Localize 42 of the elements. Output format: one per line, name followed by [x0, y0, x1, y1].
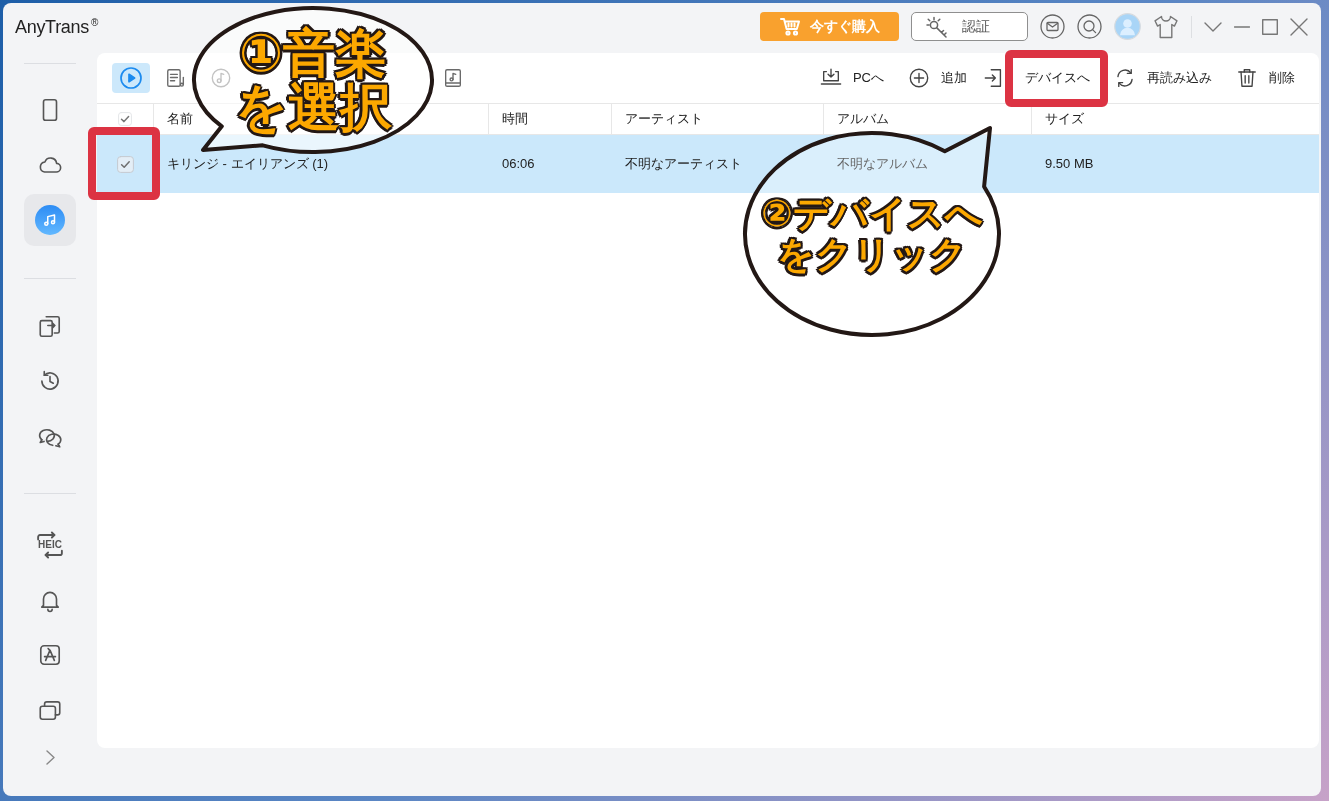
- shirt-icon[interactable]: [1153, 13, 1179, 40]
- playlist-icon[interactable]: [165, 67, 187, 89]
- table-cell-text: 不明なアルバム: [836, 155, 929, 174]
- table-row[interactable]: キリンジ - エイリアンズ (1) 06:06 不明なアーティスト 不明なアルバム 9.50 MB: [97, 135, 1319, 193]
- close-icon[interactable]: [1290, 17, 1308, 36]
- plus-circle-icon: [908, 67, 930, 89]
- cart-icon: [779, 17, 801, 36]
- column-header: 時間: [488, 104, 611, 134]
- sidebar-item[interactable]: [24, 194, 76, 246]
- music-note-icon: [35, 205, 65, 235]
- row-checkbox[interactable]: [116, 155, 134, 173]
- note-box-icon[interactable]: [442, 67, 464, 89]
- phone-transfer-icon[interactable]: [37, 313, 63, 339]
- chevron-right-icon[interactable]: [45, 750, 55, 766]
- column-header: アルバム: [823, 104, 1031, 134]
- activate-button[interactable]: 認証: [911, 12, 1028, 41]
- export-to-pc-button[interactable]: PCへ: [819, 67, 884, 89]
- table-cell-text: 9.50 MB: [1044, 155, 1095, 174]
- reload-button[interactable]: 再読み込み: [1114, 67, 1212, 89]
- refresh-icon: [1114, 67, 1136, 89]
- mail-icon[interactable]: [1040, 14, 1065, 39]
- trash-icon: [1236, 67, 1258, 89]
- callout-text: ②デバイスへ をクリック: [761, 193, 983, 275]
- delete-button[interactable]: 削除: [1236, 67, 1295, 89]
- table-cell-text: 06:06: [501, 155, 536, 174]
- callout-text: ①音楽 を選択: [234, 26, 392, 134]
- select-all-checkbox[interactable]: [118, 112, 132, 126]
- column-header: アーティスト: [611, 104, 823, 134]
- key-icon: [926, 15, 948, 38]
- app-title: AnyTrans$^{®}$: [15, 17, 99, 36]
- table-cell-text: 不明なアーティスト: [624, 155, 743, 174]
- add-button[interactable]: 追加: [908, 67, 967, 89]
- chevron-down-icon[interactable]: [1204, 21, 1222, 32]
- search-icon[interactable]: [1077, 14, 1102, 39]
- media-tab[interactable]: [112, 63, 150, 93]
- to-device-button[interactable]: デバイスへ: [983, 67, 1090, 89]
- column-header: サイズ: [1031, 104, 1319, 134]
- table-cell-text: キリンジ - エイリアンズ (1): [166, 155, 330, 174]
- minimize-icon[interactable]: [1234, 25, 1250, 28]
- a-square-icon[interactable]: [37, 642, 63, 668]
- play-circle-icon: [119, 66, 143, 90]
- maximize-icon[interactable]: [1262, 18, 1278, 35]
